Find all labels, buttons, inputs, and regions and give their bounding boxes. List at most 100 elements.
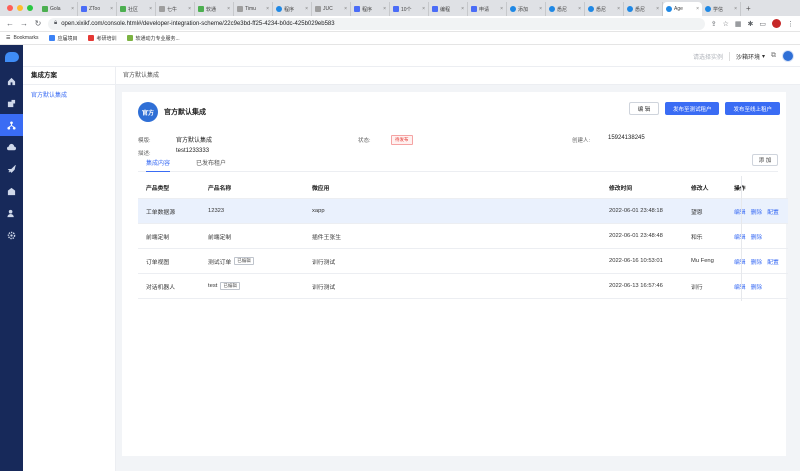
close-tab-icon[interactable]: × — [617, 6, 620, 12]
close-tab-icon[interactable]: × — [539, 6, 542, 12]
row-action-link[interactable]: 配置 — [767, 207, 779, 216]
external-link-icon[interactable]: ⧉ — [771, 52, 776, 60]
row-action-link[interactable]: 编辑 — [734, 232, 746, 241]
forward-arrow-icon[interactable]: → — [20, 19, 28, 28]
bookmark-item[interactable]: 软通动力专业服务... — [126, 35, 180, 42]
more-menu-icon[interactable]: ⋮ — [787, 20, 794, 28]
status-label: 状态: — [358, 138, 371, 144]
reload-icon[interactable]: ↻ — [34, 19, 42, 28]
tab-label: 编程 — [440, 6, 451, 13]
url-field[interactable]: 🔒︎ open.xixikf.com/console.html#/develop… — [48, 17, 705, 30]
browser-tab[interactable]: 申请 × — [468, 2, 507, 16]
row-action-link[interactable]: 编辑 — [734, 282, 746, 291]
browser-tab[interactable]: 10个 × — [390, 2, 429, 16]
row-action-link[interactable]: 删除 — [751, 207, 763, 216]
browser-tab[interactable]: ZToo × — [78, 2, 117, 16]
close-tab-icon[interactable]: × — [500, 6, 503, 12]
browser-tab[interactable]: 添加 × — [507, 2, 546, 16]
close-tab-icon[interactable]: × — [188, 6, 191, 12]
browser-tab[interactable]: 学信 × — [702, 2, 741, 16]
maximize-window-button[interactable] — [27, 5, 33, 11]
row-action-link[interactable]: 删除 — [751, 232, 763, 241]
bookmark-star-icon[interactable]: ☆ — [723, 20, 729, 28]
browser-tab[interactable]: 程序 × — [351, 2, 390, 16]
close-tab-icon[interactable]: × — [305, 6, 308, 12]
close-tab-icon[interactable]: × — [696, 6, 699, 12]
tab-published-tenants[interactable]: 已发布租户 — [196, 158, 226, 172]
close-window-button[interactable] — [7, 5, 13, 11]
bookmarks-menu[interactable]: ☰ Bookmarks — [6, 35, 39, 41]
table-row[interactable]: 订单视图 测试订单 已编辑 训行测试 2022-06-16 10:53:01 Mu Fen… — [138, 249, 788, 274]
sidebar-icon[interactable]: ▭ — [759, 20, 766, 28]
browser-tab[interactable]: Gola × — [39, 2, 78, 16]
integration-nav-icon[interactable] — [0, 114, 23, 136]
close-tab-icon[interactable]: × — [266, 6, 269, 12]
bookmark-label: Bookmarks — [13, 35, 39, 41]
environment-switcher[interactable]: 沙箱环境 ▾ — [736, 52, 765, 61]
close-tab-icon[interactable]: × — [383, 6, 386, 12]
bookmark-item[interactable]: 考研培训 — [87, 35, 117, 42]
row-action-link[interactable]: 配置 — [767, 257, 779, 266]
table-cell-type: 订单视图 — [146, 249, 169, 273]
new-tab-button[interactable]: + — [741, 4, 756, 16]
bookmark-label: 软通动力专业服务... — [135, 35, 180, 42]
cloud-icon[interactable] — [0, 136, 23, 158]
browser-tab[interactable]: 悉尼 × — [546, 2, 585, 16]
close-tab-icon[interactable]: × — [656, 6, 659, 12]
back-arrow-icon[interactable]: ← — [6, 19, 14, 28]
browser-tab[interactable]: 悉尼 × — [585, 2, 624, 16]
puzzle-nav-icon[interactable] — [0, 92, 23, 114]
share-icon[interactable]: ⇪ — [711, 20, 717, 28]
browser-tab[interactable]: 编程 × — [429, 2, 468, 16]
browser-tab[interactable]: 悉尼 × — [624, 2, 663, 16]
close-tab-icon[interactable]: × — [344, 6, 347, 12]
publish-test-tenant-button[interactable]: 发布至测试租户 — [664, 102, 720, 115]
browser-tab[interactable]: JUC × — [312, 2, 351, 16]
cell-text: 对话机器人 — [146, 284, 175, 291]
content-tabs: 集成内容 已发布租户 — [138, 158, 778, 172]
breadcrumb: 官方默认集成 — [116, 67, 800, 85]
minimize-window-button[interactable] — [17, 5, 23, 11]
user-admin-icon[interactable] — [0, 202, 23, 224]
puzzle-icon[interactable]: ✱ — [748, 20, 754, 28]
table-row[interactable]: 工单数据源 12323 xapp 2022-06-01 23:48:18 望恩 编辑 删除配… — [138, 199, 788, 224]
browser-tab[interactable]: 七牛 × — [156, 2, 195, 16]
row-action-link[interactable]: 编辑 — [734, 257, 746, 266]
edit-button[interactable]: 编 辑 — [628, 102, 659, 115]
settings-gear-icon[interactable] — [0, 224, 23, 246]
browser-tab[interactable]: 程序 × — [273, 2, 312, 16]
close-tab-icon[interactable]: × — [461, 6, 464, 12]
browser-tab[interactable]: 软通 × — [195, 2, 234, 16]
close-tab-icon[interactable]: × — [110, 6, 113, 12]
table-cell-time: 2022-06-01 23:48:18 — [609, 199, 663, 223]
home-icon[interactable] — [0, 70, 23, 92]
close-tab-icon[interactable]: × — [227, 6, 230, 12]
row-action-link[interactable]: 删除 — [751, 257, 763, 266]
close-tab-icon[interactable]: × — [578, 6, 581, 12]
close-tab-icon[interactable]: × — [71, 6, 74, 12]
table-row[interactable]: 对话机器人 test 已编辑 训行测试 2022-06-13 16:57:46 训行 编辑删… — [138, 274, 788, 299]
extension-icon[interactable]: ▦ — [735, 20, 742, 28]
profile-avatar[interactable] — [772, 19, 781, 28]
add-button[interactable]: 添 加 — [752, 154, 778, 166]
tab-label: Age — [674, 6, 683, 12]
column-header: 修改时间 — [609, 185, 633, 192]
browser-tab[interactable]: Timu × — [234, 2, 273, 16]
rocket-icon[interactable] — [0, 158, 23, 180]
user-avatar[interactable] — [782, 50, 794, 62]
close-tab-icon[interactable]: × — [734, 6, 737, 12]
table-row[interactable]: 前端定制 前端定制 插件王张生 2022-06-01 23:48:48 和乐 编辑 删除 — [138, 224, 788, 249]
close-tab-icon[interactable]: × — [422, 6, 425, 12]
row-action-link[interactable]: 编辑 — [734, 207, 746, 216]
sidebar-item-default-integration[interactable]: 官方默认集成 — [23, 91, 115, 101]
publish-live-tenant-button[interactable]: 发布至线上租户 — [725, 102, 780, 115]
browser-tab[interactable]: Age × — [663, 2, 702, 16]
row-action-link[interactable]: 删除 — [751, 282, 763, 291]
instance-selector[interactable]: 请选择实例 — [693, 51, 730, 61]
browser-tab[interactable]: 社区 × — [117, 2, 156, 16]
tab-integration-content[interactable]: 集成内容 — [146, 158, 171, 172]
bookmark-item[interactable]: 应届境目 — [48, 35, 78, 42]
tab-label: Timu — [245, 6, 256, 12]
close-tab-icon[interactable]: × — [149, 6, 152, 12]
store-icon[interactable] — [0, 180, 23, 202]
